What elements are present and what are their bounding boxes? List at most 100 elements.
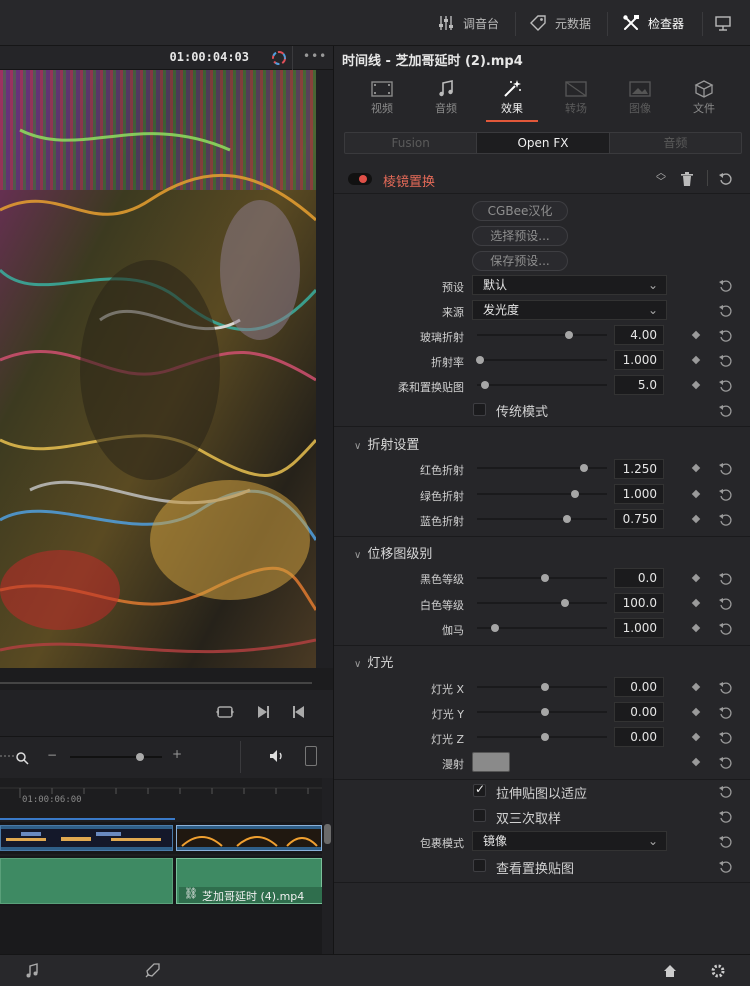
zoom-slider-knob[interactable]: [136, 753, 144, 761]
keyframe-diamond-icon[interactable]: [691, 682, 701, 692]
keyframe-diamond-icon[interactable]: [691, 355, 701, 365]
param-slider[interactable]: [477, 624, 607, 632]
legacy-mode-checkbox[interactable]: [473, 403, 486, 416]
keyframe-diamond-icon[interactable]: [691, 489, 701, 499]
loop-icon[interactable]: [216, 704, 234, 720]
effect-reset-icon[interactable]: [719, 171, 733, 185]
keyframe-diamond-icon[interactable]: [691, 514, 701, 524]
zoom-magnifier-icon[interactable]: [0, 747, 30, 765]
subtab-audio[interactable]: 音频: [610, 133, 741, 153]
param-slider[interactable]: [477, 381, 607, 389]
section-refraction[interactable]: ∨ 折射设置: [354, 434, 419, 453]
param-slider[interactable]: [477, 599, 607, 607]
keyframe-diamond-icon[interactable]: [691, 463, 701, 473]
reset-icon[interactable]: [719, 378, 733, 392]
reset-icon[interactable]: [719, 680, 733, 694]
param-value-field[interactable]: 1.250: [614, 459, 664, 479]
reset-icon[interactable]: [719, 834, 733, 848]
reset-icon[interactable]: [719, 621, 733, 635]
bicubic-checkbox[interactable]: [473, 809, 486, 822]
reset-icon[interactable]: [719, 596, 733, 610]
param-slider[interactable]: [477, 515, 607, 523]
param-value-field[interactable]: 0.750: [614, 509, 664, 529]
param-value-field[interactable]: 0.00: [614, 727, 664, 747]
inspector-button[interactable]: 检查器: [622, 0, 684, 46]
reset-icon[interactable]: [719, 328, 733, 342]
audio-clip-1[interactable]: [0, 858, 173, 904]
param-value-field[interactable]: 0.00: [614, 702, 664, 722]
settings-gear-icon[interactable]: [710, 963, 726, 979]
timeline-vertical-scrollbar[interactable]: [322, 778, 333, 954]
slider-knob[interactable]: [561, 599, 570, 607]
reset-icon[interactable]: [719, 571, 733, 585]
next-frame-icon[interactable]: [255, 704, 271, 720]
param-value-field[interactable]: 1.000: [614, 484, 664, 504]
speaker-icon[interactable]: [268, 748, 286, 764]
trash-icon[interactable]: [681, 171, 693, 186]
reset-icon[interactable]: [719, 809, 733, 823]
timeline-ruler[interactable]: 01:00:06:00: [0, 778, 322, 820]
scrollbar-thumb[interactable]: [324, 824, 331, 844]
reset-icon[interactable]: [719, 403, 733, 417]
select-preset-button[interactable]: 选择预设...: [472, 226, 568, 246]
reset-icon[interactable]: [719, 461, 733, 475]
reset-icon[interactable]: [719, 278, 733, 292]
mixer-button[interactable]: 调音台: [437, 0, 499, 46]
param-value-field[interactable]: 1.000: [614, 350, 664, 370]
param-value-field[interactable]: 0.00: [614, 677, 664, 697]
tab-file[interactable]: 文件: [672, 74, 736, 122]
param-slider[interactable]: [477, 683, 607, 691]
param-slider[interactable]: [477, 331, 607, 339]
keyframe-diamond-icon[interactable]: [691, 573, 701, 583]
tab-effects[interactable]: 效果: [480, 74, 544, 122]
reset-icon[interactable]: [719, 303, 733, 317]
keyframe-diamond-icon[interactable]: [691, 757, 701, 767]
viewer-scrubber[interactable]: [0, 668, 333, 690]
effect-enable-toggle[interactable]: [348, 173, 372, 185]
keyframe-diamond-icon[interactable]: [691, 598, 701, 608]
param-value-field[interactable]: 0.0: [614, 568, 664, 588]
slider-knob[interactable]: [540, 683, 549, 691]
reset-icon[interactable]: [719, 353, 733, 367]
reset-icon[interactable]: [719, 755, 733, 769]
cgbee-button[interactable]: CGBee汉化: [472, 201, 568, 221]
param-slider[interactable]: [475, 356, 607, 364]
video-clip-1[interactable]: [0, 825, 173, 851]
slider-knob[interactable]: [540, 574, 549, 582]
slider-knob[interactable]: [570, 490, 579, 498]
effect-name[interactable]: 棱镜置换: [383, 171, 435, 190]
param-slider[interactable]: [477, 574, 607, 582]
reset-icon[interactable]: [719, 730, 733, 744]
section-lighting[interactable]: ∨ 灯光: [354, 652, 393, 671]
reset-icon[interactable]: [719, 487, 733, 501]
preset-dropdown[interactable]: 默认 ⌄: [472, 275, 667, 295]
audio-clip-2[interactable]: ⛓ 芝加哥延时 (4).mp4: [176, 858, 323, 904]
keyframe-diamond-icon[interactable]: [691, 707, 701, 717]
keyframe-diamond-icon[interactable]: [691, 623, 701, 633]
keyframe-diamond-icon[interactable]: [691, 380, 701, 390]
param-value-field[interactable]: 100.0: [614, 593, 664, 613]
slider-knob[interactable]: [540, 708, 549, 716]
slider-knob[interactable]: [491, 624, 500, 632]
param-slider[interactable]: [477, 464, 607, 472]
zoom-slider[interactable]: [70, 753, 162, 761]
param-slider[interactable]: [477, 708, 607, 716]
param-value-field[interactable]: 1.000: [614, 618, 664, 638]
slider-knob[interactable]: [475, 356, 484, 364]
diffuse-color-swatch[interactable]: [472, 752, 510, 772]
viewer-timecode[interactable]: 01:00:04:03: [170, 50, 249, 64]
video-viewer[interactable]: [0, 70, 316, 668]
reset-icon[interactable]: [719, 512, 733, 526]
reset-icon[interactable]: [719, 784, 733, 798]
view-map-checkbox[interactable]: [473, 859, 486, 872]
go-to-start-icon[interactable]: [291, 704, 307, 720]
zoom-in-button[interactable]: +: [172, 747, 182, 761]
deliver-rocket-icon[interactable]: [144, 963, 160, 979]
keyframe-diamond-icon[interactable]: [691, 732, 701, 742]
section-levels[interactable]: ∨ 位移图级别: [354, 543, 432, 562]
viewer-more-icon[interactable]: •••: [303, 49, 327, 63]
chevron-updown-icon[interactable]: ︿ ﹀: [656, 169, 666, 188]
tab-audio[interactable]: 音频: [414, 74, 478, 122]
param-slider[interactable]: [477, 490, 607, 498]
save-preset-button[interactable]: 保存预设...: [472, 251, 568, 271]
